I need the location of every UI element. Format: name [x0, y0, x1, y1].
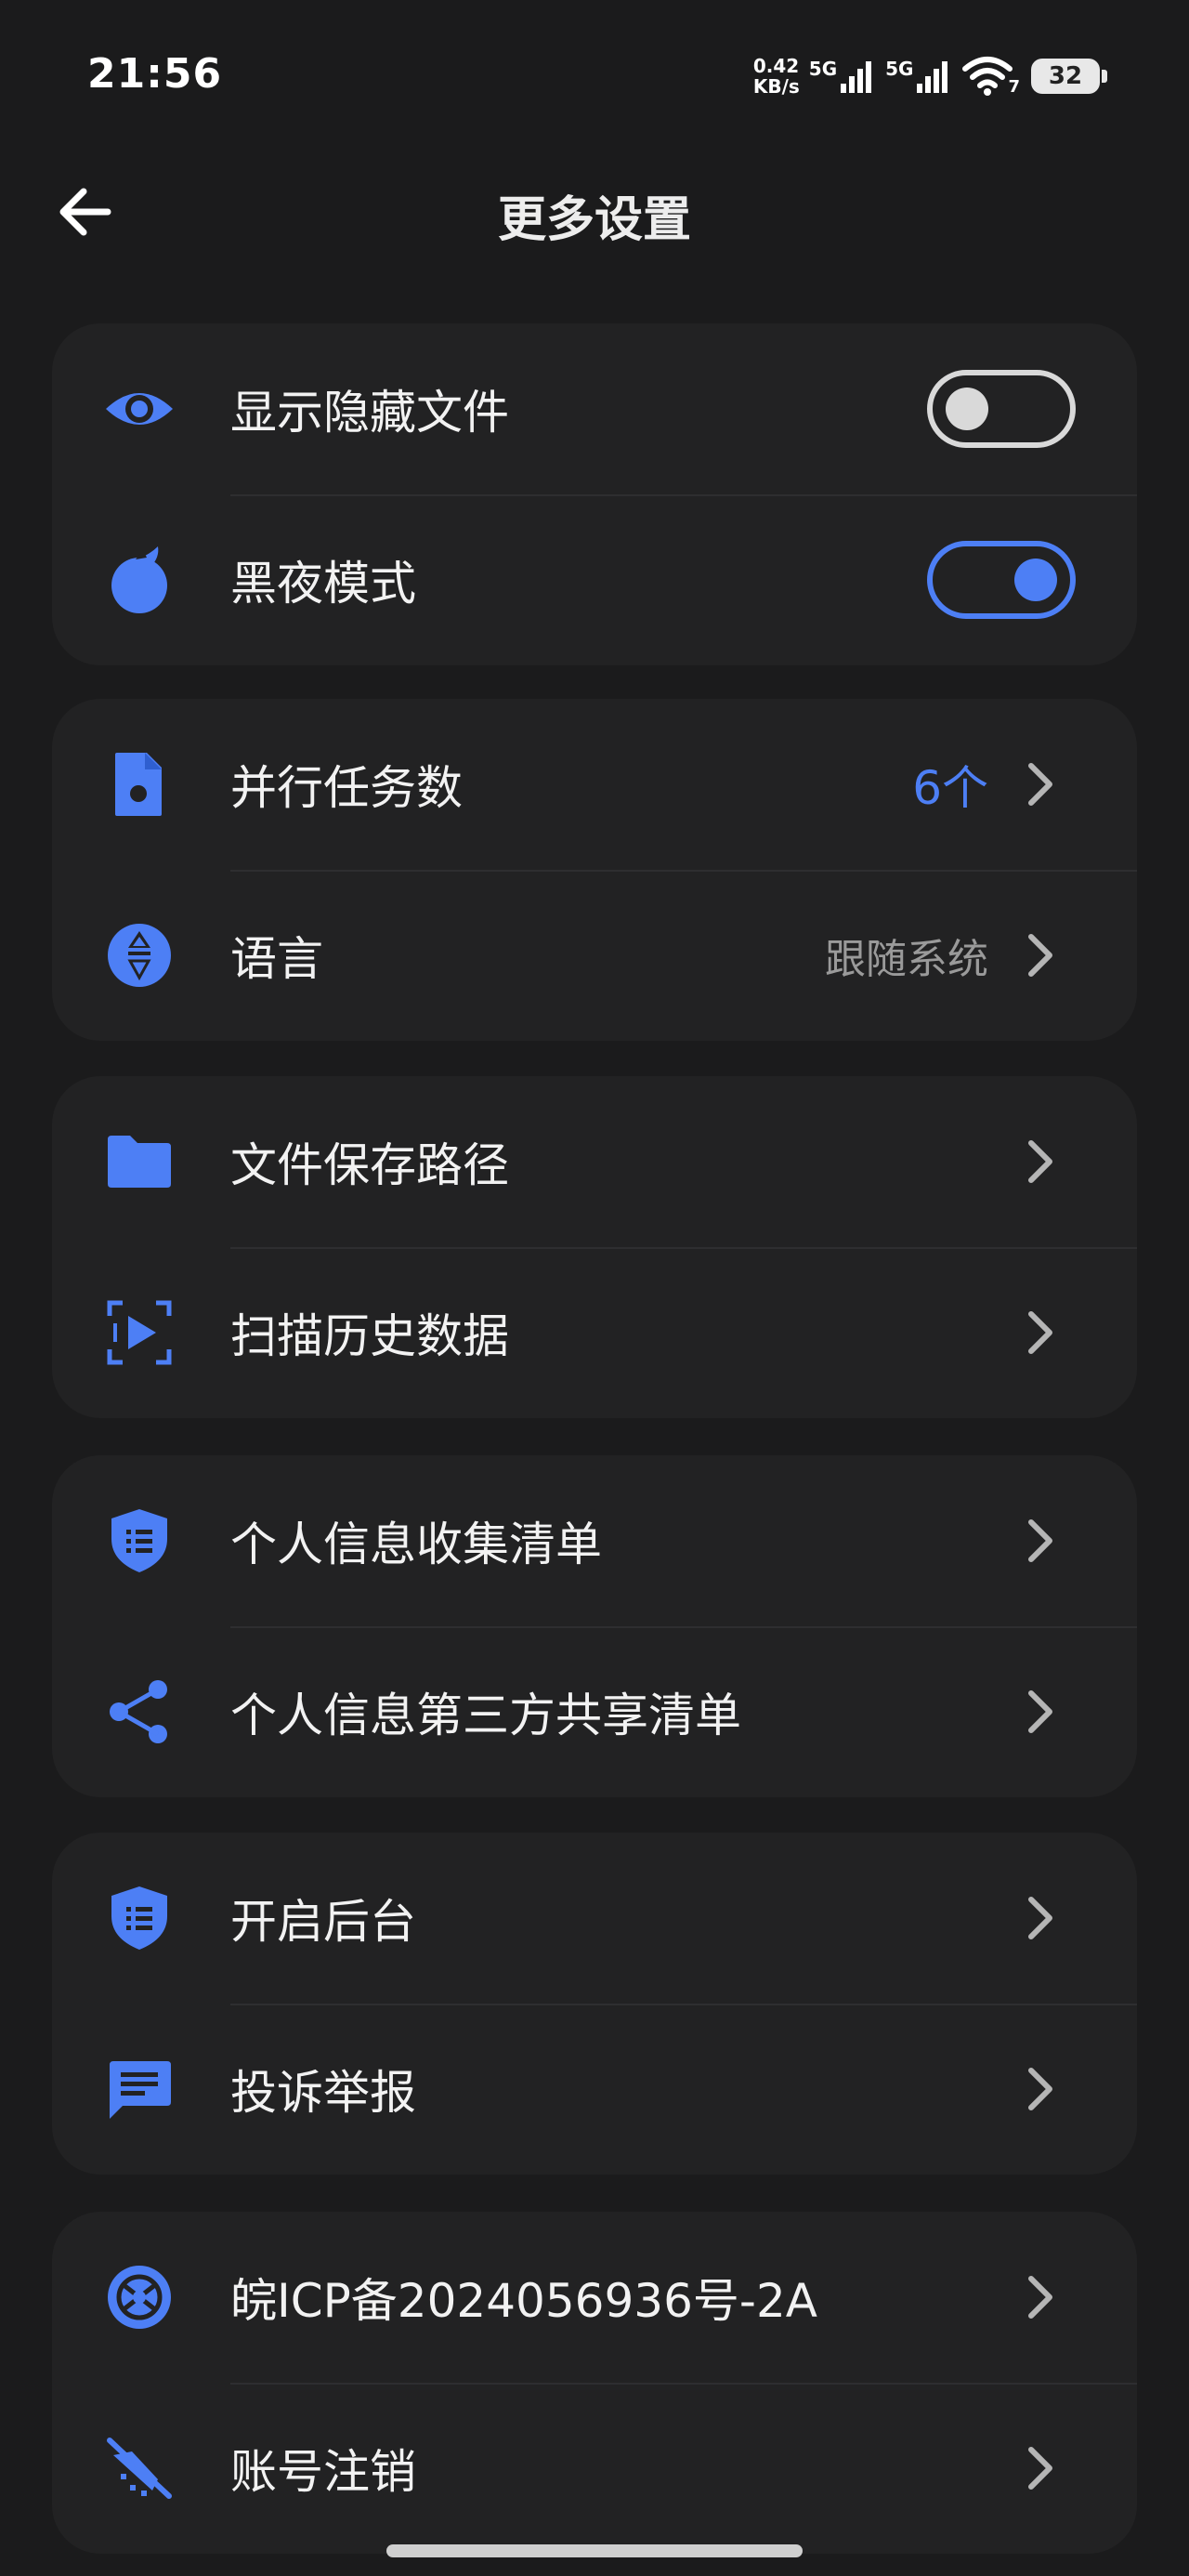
- parallel-tasks-value: 6个: [912, 761, 988, 815]
- night-mode-icon: [111, 546, 167, 613]
- icp-icon: [108, 2266, 171, 2329]
- settings-group-account: 皖ICP备2024056936号-2A 账号注销: [52, 2212, 1137, 2554]
- shield-list-icon: [111, 1509, 167, 1572]
- page-title: 更多设置: [497, 192, 691, 248]
- home-indicator[interactable]: [386, 2544, 803, 2557]
- status-icons: 0.42 KB/s 5G 5G 7 32: [752, 52, 1107, 100]
- settings-group-support: 开启后台 投诉举报: [52, 1833, 1137, 2175]
- settings-group-general: 并行任务数 6个 语言 跟随系统: [52, 699, 1137, 1041]
- chevron-right-icon: [1028, 1519, 1052, 1562]
- shield-list-icon: [111, 1886, 167, 1950]
- status-time: 21:56: [87, 50, 223, 98]
- network-speed: 0.42 KB/s: [752, 55, 800, 98]
- chevron-right-icon: [1028, 2068, 1052, 2110]
- setting-language[interactable]: 语言 跟随系统: [52, 870, 1137, 1041]
- setting-save-path[interactable]: 文件保存路径: [52, 1076, 1137, 1247]
- setting-icp-record[interactable]: 皖ICP备2024056936号-2A: [52, 2212, 1137, 2383]
- setting-personal-info-list[interactable]: 个人信息收集清单: [52, 1455, 1137, 1626]
- folder-icon: [108, 1136, 171, 1188]
- setting-account-cancel[interactable]: 账号注销: [52, 2383, 1137, 2554]
- chevron-right-icon: [1028, 1311, 1052, 1354]
- battery-icon: 32: [1031, 59, 1107, 94]
- show-hidden-files-toggle[interactable]: [927, 370, 1076, 448]
- eye-icon: [106, 393, 173, 425]
- chevron-right-icon: [1028, 1897, 1052, 1939]
- setting-background-run[interactable]: 开启后台: [52, 1833, 1137, 2004]
- status-bar: 21:56 0.42 KB/s 5G 5G 7 32: [0, 0, 1189, 158]
- setting-complaint-report[interactable]: 投诉举报: [52, 2004, 1137, 2175]
- chevron-right-icon: [1028, 1690, 1052, 1733]
- language-icon: [108, 924, 171, 987]
- language-value: 跟随系统: [825, 936, 988, 983]
- account-cancel-icon: [107, 2438, 172, 2499]
- signal-sim1-icon: 5G: [809, 58, 876, 95]
- chevron-right-icon: [1028, 2276, 1052, 2319]
- night-mode-toggle[interactable]: [927, 541, 1076, 619]
- setting-scan-history[interactable]: 扫描历史数据: [52, 1247, 1137, 1418]
- message-icon: [110, 2061, 171, 2119]
- scan-icon: [107, 1300, 172, 1365]
- chevron-right-icon: [1028, 2447, 1052, 2490]
- setting-third-party-share-list[interactable]: 个人信息第三方共享清单: [52, 1626, 1137, 1797]
- settings-group-storage: 文件保存路径 扫描历史数据: [52, 1076, 1137, 1418]
- wifi-icon: 7: [961, 56, 1022, 97]
- setting-parallel-tasks[interactable]: 并行任务数 6个: [52, 699, 1137, 870]
- settings-group-privacy: 个人信息收集清单 个人信息第三方共享清单: [52, 1455, 1137, 1797]
- setting-night-mode[interactable]: 黑夜模式: [52, 494, 1137, 665]
- chevron-right-icon: [1028, 1140, 1052, 1183]
- signal-sim2-icon: 5G: [885, 58, 952, 95]
- setting-show-hidden-files[interactable]: 显示隐藏文件: [52, 323, 1137, 494]
- file-icon: [115, 753, 162, 816]
- chevron-right-icon: [1028, 763, 1052, 806]
- chevron-right-icon: [1028, 934, 1052, 977]
- share-icon: [110, 1680, 167, 1743]
- app-header: 更多设置: [0, 158, 1189, 260]
- settings-group-display: 显示隐藏文件 黑夜模式: [52, 323, 1137, 665]
